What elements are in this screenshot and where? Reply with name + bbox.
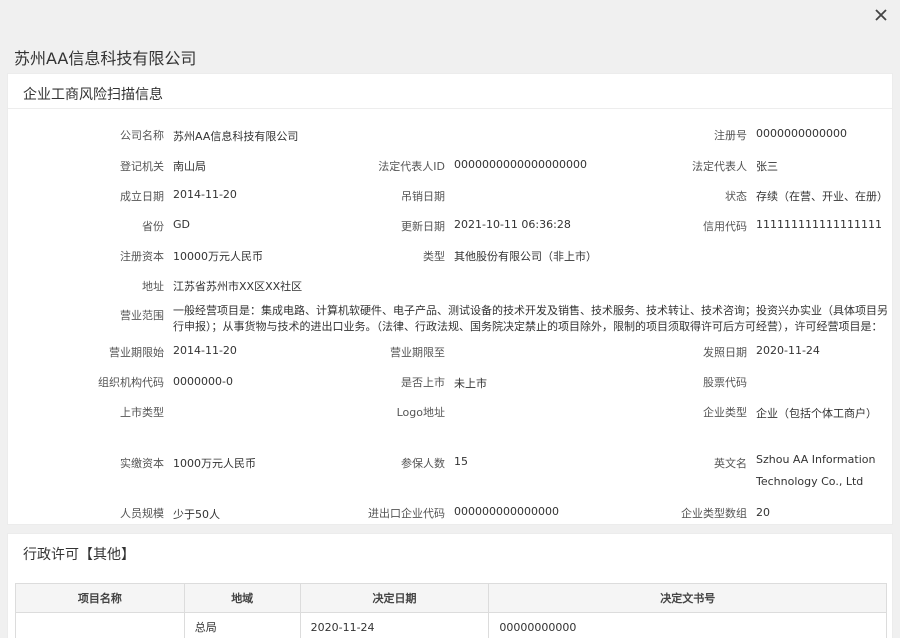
field-label: 企业类型 [703,406,747,419]
field-value: 000000000000000 [454,505,559,518]
field-label: 地址 [142,280,164,293]
field-value: 2021-10-11 06:36:28 [454,218,571,231]
field-value: 企业（包括个体工商户） [756,407,877,420]
panel-title: 行政许可【其他】 [23,547,135,563]
field-label: 组织机构代码 [98,376,164,389]
field-label: 上市类型 [120,406,164,419]
column-header: 决定日期 [299,583,490,613]
field-value: 未上市 [454,377,487,390]
close-button[interactable] [872,5,890,25]
table-cell: 00000000000 [488,612,887,638]
field-label: 是否上市 [401,376,445,389]
field-value: 2014-11-20 [173,344,237,357]
field-value: GD [173,218,190,231]
field-value: 2014-11-20 [173,188,237,201]
field-label: 法定代表人ID [378,160,445,173]
field-label: 省份 [142,220,164,233]
field-label: 吊销日期 [401,190,445,203]
field-value: 1000万元人民币 [173,457,256,470]
field-value: 0000000-0 [173,375,233,388]
field-label: 注册号 [714,129,747,142]
risk-scan-panel: 企业工商风险扫描信息 公司名称 苏州AA信息科技有限公司 注册号 0000000… [7,73,893,525]
english-name-value: Szhou AA Information Technology Co., Ltd [756,453,876,488]
field-label: 注册资本 [120,250,164,263]
field-label: 实缴资本 [120,457,164,470]
table-header-row: 项目名称 地域 决定日期 决定文书号 [15,583,887,613]
divider [8,108,892,109]
field-value: 南山局 [173,160,206,173]
field-value: 111111111111111111 [756,218,882,231]
field-label: 营业期限至 [390,346,445,359]
field-label: 更新日期 [401,220,445,233]
license-panel: 行政许可【其他】 项目名称 地域 决定日期 决定文书号 总局 2020-11-2… [7,533,893,638]
field-label: 人员规模 [120,507,164,520]
field-value: 其他股份有限公司（非上市） [454,250,597,263]
table-cell [15,612,185,638]
panel-title: 企业工商风险扫描信息 [23,87,163,103]
field-label: 进出口企业代码 [368,507,445,520]
field-label: 状态 [725,190,747,203]
column-header: 地域 [183,583,301,613]
column-header: 决定文书号 [488,583,887,613]
field-label: 成立日期 [120,190,164,203]
table-row: 总局 2020-11-24 00000000000 [15,612,887,638]
table-cell: 总局 [183,612,301,638]
business-scope-value: 一般经营项目是：集成电路、计算机软硬件、电子产品、测试设备的技术开发及销售、技术… [173,304,888,333]
field-value: 存续（在营、开业、在册） [756,190,888,203]
field-value: 2020-11-24 [756,344,820,357]
field-label: 登记机关 [120,160,164,173]
field-value: 10000万元人民币 [173,250,263,263]
field-label: Logo地址 [396,406,445,419]
field-label: 法定代表人 [692,160,747,173]
field-value: 江苏省苏州市XX区XX社区 [173,280,303,293]
license-table: 项目名称 地域 决定日期 决定文书号 总局 2020-11-24 0000000… [15,583,887,638]
field-value: 15 [454,455,468,468]
field-value: 20 [756,506,770,519]
field-label: 营业范围 [120,309,164,322]
column-header: 项目名称 [15,583,185,613]
field-value: 0000000000000000000 [454,158,587,171]
field-label: 营业期限始 [109,346,164,359]
field-label: 英文名 [714,457,747,470]
field-label: 信用代码 [703,220,747,233]
field-value: 张三 [756,160,778,173]
field-label: 企业类型数组 [681,507,747,520]
field-value: 苏州AA信息科技有限公司 [173,130,299,143]
field-label: 参保人数 [401,457,445,470]
table-cell: 2020-11-24 [299,612,490,638]
close-icon [875,9,887,21]
field-label: 股票代码 [703,376,747,389]
field-label: 公司名称 [120,129,164,142]
field-value: 少于50人 [173,508,220,521]
company-title: 苏州AA信息科技有限公司 [14,49,197,68]
field-label: 发照日期 [703,346,747,359]
field-label: 类型 [423,250,445,263]
field-value: 0000000000000 [756,127,847,140]
